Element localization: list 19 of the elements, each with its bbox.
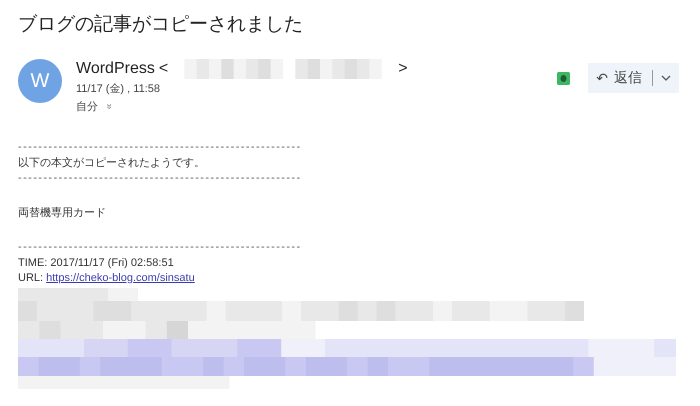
url-label: URL: — [18, 272, 44, 284]
body-text: 以下の本文がコピーされたようです。 — [18, 156, 206, 170]
reply-button[interactable]: ↶ 返信 — [588, 63, 679, 93]
elephant-icon[interactable] — [557, 72, 570, 84]
email-date: 11/17 (金) , 11:58 — [76, 82, 161, 96]
dashed-rule: -------------------------------------------------------- — [18, 171, 303, 186]
sender-avatar: W — [18, 59, 62, 103]
email-subject: ブログの記事がコピーされました — [18, 13, 304, 37]
details-toggle[interactable]: » — [99, 104, 114, 110]
url-link[interactable]: https://cheko-blog.com/sinsatu — [46, 272, 195, 284]
sender-name: WordPress — [76, 60, 155, 78]
recipient-label: 自分 — [76, 100, 98, 114]
bracket-text: > — [398, 60, 408, 78]
bracket-text: < — [158, 60, 168, 78]
dashed-rule: -------------------------------------------------------- — [18, 240, 303, 255]
caret-icon[interactable] — [661, 74, 671, 82]
dashed-rule: -------------------------------------------------------- — [18, 140, 303, 155]
body-text: TIME: 2017/11/17 (Fri) 02:58:51 — [18, 256, 175, 270]
body-text: 両替機専用カード — [18, 206, 107, 220]
